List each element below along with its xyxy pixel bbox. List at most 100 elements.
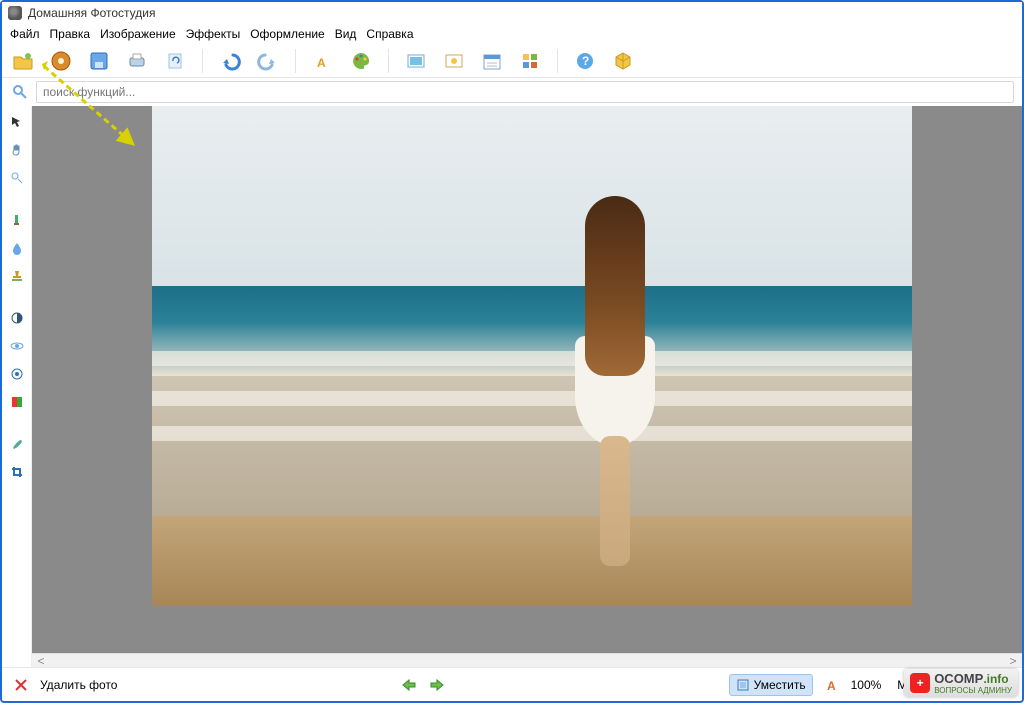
palette-icon xyxy=(351,51,371,71)
watermark-suffix: .info xyxy=(983,672,1008,686)
photo-canvas[interactable] xyxy=(152,106,912,606)
tool-sidebar xyxy=(2,106,32,667)
search-button[interactable] xyxy=(10,82,30,102)
undo-icon xyxy=(219,51,241,71)
open-button[interactable] xyxy=(10,48,36,74)
prev-button[interactable] xyxy=(397,674,419,696)
print-icon xyxy=(127,51,147,71)
fit-button[interactable]: Уместить xyxy=(729,674,813,696)
eye-icon xyxy=(10,339,24,353)
eyedropper-icon xyxy=(10,213,24,227)
toolbar-separator xyxy=(557,49,558,73)
menu-help[interactable]: Справка xyxy=(366,27,413,41)
calendar-button[interactable] xyxy=(479,48,505,74)
target-icon xyxy=(10,367,24,381)
pointer-tool[interactable] xyxy=(7,112,27,132)
menubar: Файл Правка Изображение Эффекты Оформлен… xyxy=(2,24,1022,44)
text-icon: A xyxy=(313,51,333,71)
save-icon xyxy=(89,51,109,71)
magnifier-icon xyxy=(10,171,24,185)
undo-button[interactable] xyxy=(217,48,243,74)
fit-icon xyxy=(736,678,750,692)
fit-label: Уместить xyxy=(754,678,806,692)
scroll-right-icon[interactable]: > xyxy=(1006,654,1020,668)
eyedropper-tool[interactable] xyxy=(7,210,27,230)
search-input[interactable] xyxy=(36,81,1014,103)
frame-sun-button[interactable] xyxy=(441,48,467,74)
box-icon xyxy=(613,51,633,71)
watermark-brand: OCOMP xyxy=(934,671,983,686)
hand-tool[interactable] xyxy=(7,140,27,160)
crop-tool[interactable] xyxy=(7,462,27,482)
redo-icon xyxy=(257,51,279,71)
svg-text:?: ? xyxy=(582,54,589,68)
help-button[interactable]: ? xyxy=(572,48,598,74)
target-tool[interactable] xyxy=(7,364,27,384)
contrast-tool[interactable] xyxy=(7,308,27,328)
toolbar-separator xyxy=(202,49,203,73)
contrast-icon xyxy=(10,311,24,325)
zoom-100-button[interactable]: A xyxy=(821,674,843,696)
swatch-tool[interactable] xyxy=(7,392,27,412)
redeye-tool[interactable] xyxy=(7,336,27,356)
help-icon: ? xyxy=(575,51,595,71)
stamp-icon xyxy=(10,269,24,283)
color-wheel-icon xyxy=(51,51,71,71)
hand-icon xyxy=(10,143,24,157)
box-button[interactable] xyxy=(610,48,636,74)
search-bar xyxy=(2,78,1022,106)
photo-sun-icon xyxy=(444,51,464,71)
save-button[interactable] xyxy=(86,48,112,74)
text-button[interactable]: A xyxy=(310,48,336,74)
rotate-button[interactable] xyxy=(162,48,188,74)
titlebar: Домашняя Фотостудия xyxy=(2,2,1022,24)
palette-button[interactable] xyxy=(348,48,374,74)
horizontal-scrollbar[interactable]: < > xyxy=(32,653,1022,667)
delete-icon xyxy=(14,678,28,692)
zoom-100-label: 100% xyxy=(851,678,882,692)
menu-image[interactable]: Изображение xyxy=(100,27,176,41)
delete-photo-button[interactable] xyxy=(10,674,32,696)
print-button[interactable] xyxy=(124,48,150,74)
svg-text:A: A xyxy=(827,679,836,692)
rotate-page-icon xyxy=(165,51,185,71)
watermark-subline: ВОПРОСЫ АДМИНУ xyxy=(934,686,1012,695)
frame-button[interactable] xyxy=(403,48,429,74)
pointer-icon xyxy=(10,115,24,129)
window-title: Домашняя Фотостудия xyxy=(28,6,155,20)
watermark-plus-icon: + xyxy=(910,673,930,693)
swatch-icon xyxy=(10,395,24,409)
photo-frame-icon xyxy=(406,51,426,71)
drop-icon xyxy=(10,241,24,255)
menu-effects[interactable]: Эффекты xyxy=(186,27,241,41)
zoom-tool[interactable] xyxy=(7,168,27,188)
mosaic-button[interactable] xyxy=(517,48,543,74)
mosaic-icon xyxy=(520,51,540,71)
calendar-icon xyxy=(482,51,502,71)
watermark: + OCOMP.info ВОПРОСЫ АДМИНУ xyxy=(904,669,1018,697)
delete-photo-label: Удалить фото xyxy=(40,678,117,692)
brush-icon xyxy=(10,437,24,451)
toolbar-separator xyxy=(388,49,389,73)
crop-icon xyxy=(10,465,24,479)
svg-text:A: A xyxy=(317,56,326,70)
menu-file[interactable]: Файл xyxy=(10,27,40,41)
statusbar: Удалить фото Уместить A 100% Масштаб: 56… xyxy=(2,667,1022,701)
toolbar: A ? xyxy=(2,44,1022,78)
stamp-tool[interactable] xyxy=(7,266,27,286)
toolbar-separator xyxy=(295,49,296,73)
menu-edit[interactable]: Правка xyxy=(50,27,91,41)
next-button[interactable] xyxy=(427,674,449,696)
menu-view[interactable]: Вид xyxy=(335,27,357,41)
open-folder-icon xyxy=(12,51,34,71)
brush-tool[interactable] xyxy=(7,434,27,454)
effects-button[interactable] xyxy=(48,48,74,74)
app-icon xyxy=(8,6,22,20)
canvas-area[interactable] xyxy=(32,106,1022,653)
redo-button[interactable] xyxy=(255,48,281,74)
drop-tool[interactable] xyxy=(7,238,27,258)
menu-decor[interactable]: Оформление xyxy=(250,27,324,41)
search-icon xyxy=(12,84,28,100)
text-a-icon: A xyxy=(825,678,839,692)
scroll-left-icon[interactable]: < xyxy=(34,654,48,668)
